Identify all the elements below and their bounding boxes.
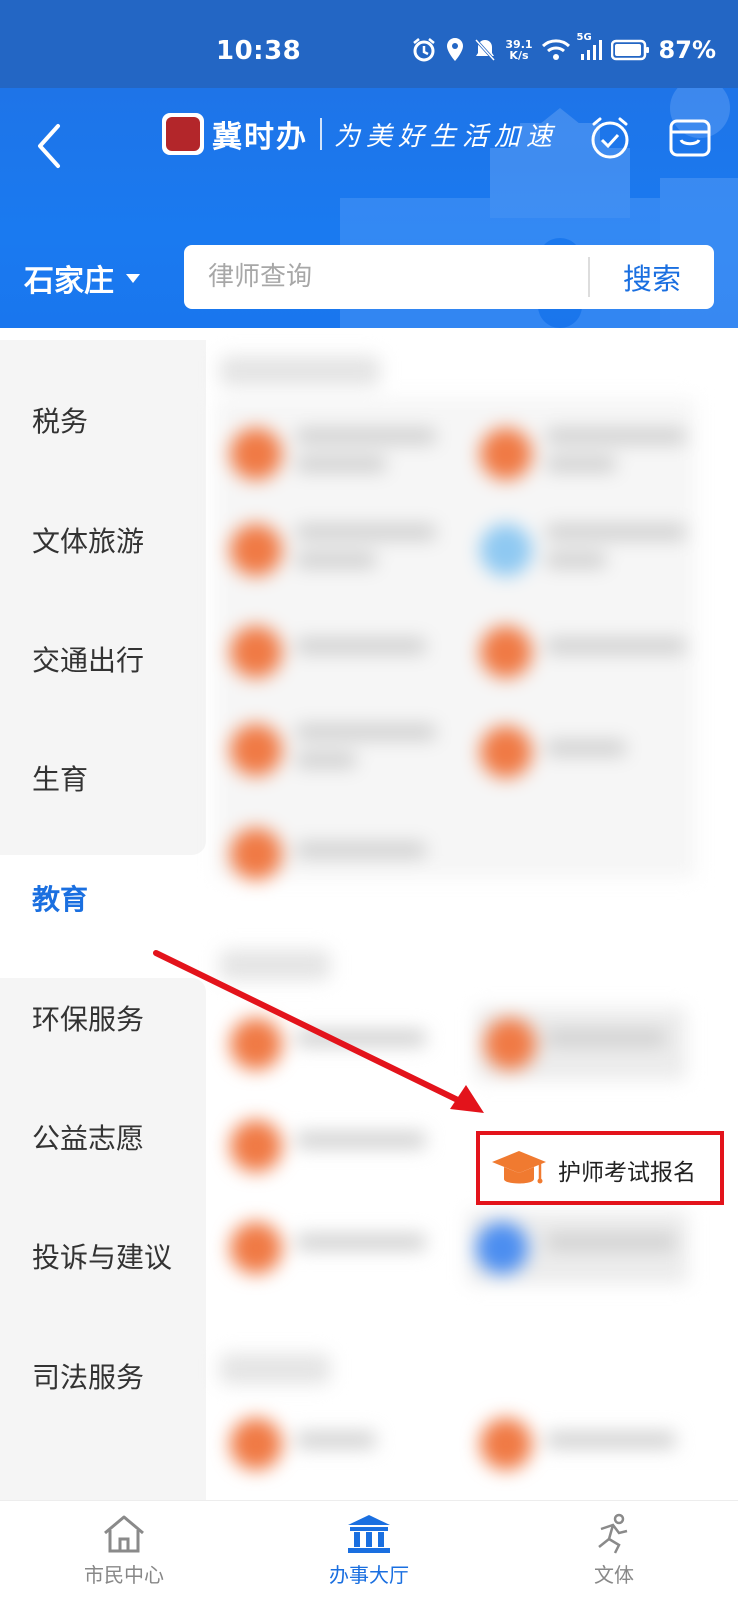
search-button[interactable]: 搜索 (590, 256, 714, 298)
service-grid (206, 328, 738, 1500)
clock-check-button[interactable] (588, 114, 632, 162)
home-icon (104, 1515, 144, 1553)
blurred-services (206, 328, 738, 1500)
graduation-cap-icon (492, 1151, 546, 1184)
running-figure-icon (598, 1513, 628, 1554)
sidebar-item-childbirth[interactable]: 生育 (32, 758, 88, 798)
app-logo: 冀时办 为美好生活加速 (162, 112, 558, 156)
sidebar-item-complaints[interactable]: 投诉与建议 (32, 1236, 172, 1276)
wifi-icon (541, 36, 571, 64)
sidebar-item-transport[interactable]: 交通出行 (32, 639, 144, 679)
net-speed-unit: K/s (509, 49, 529, 62)
logo-divider (320, 118, 322, 150)
tab-label: 办事大厅 (329, 1563, 409, 1587)
net-speed: 39.1 K/s (505, 36, 532, 64)
government-building-icon (348, 1515, 390, 1553)
back-button[interactable] (30, 118, 70, 174)
sidebar-item-environment[interactable]: 环保服务 (32, 998, 144, 1038)
location-icon (445, 36, 465, 64)
battery-icon (610, 36, 651, 64)
status-time: 10:38 (216, 36, 302, 66)
search-bar: 搜索 (184, 245, 714, 309)
tab-label: 市民中心 (84, 1563, 164, 1587)
city-selector[interactable]: 石家庄 (24, 256, 140, 300)
tab-service-hall[interactable]: 办事大厅 (289, 1501, 449, 1600)
tab-citizen-center[interactable]: 市民中心 (44, 1501, 204, 1600)
search-input[interactable] (184, 245, 588, 309)
category-sidebar: 税务 文体旅游 交通出行 生育 教育 环保服务 公益志愿 投诉与建议 司法服务 (0, 340, 206, 1500)
sidebar-bg-top (0, 340, 206, 855)
app-header: 冀时办 为美好生活加速 石家庄 搜索 (0, 88, 738, 328)
battery-percent: 87% (658, 36, 716, 64)
tab-sports-culture[interactable]: 文体 (534, 1501, 694, 1600)
tab-label: 文体 (594, 1563, 634, 1587)
signal-label: 5G (576, 32, 592, 43)
caret-down-icon (126, 273, 140, 283)
wallet-button[interactable] (668, 116, 712, 160)
back-arrow-icon (38, 124, 60, 168)
app-slogan: 为美好生活加速 (334, 121, 559, 152)
city-name: 石家庄 (24, 264, 114, 299)
annotation-arrow (153, 950, 484, 1113)
service-item-label: 护师考试报名 (558, 1160, 696, 1186)
app-name: 冀时办 (212, 120, 308, 155)
clock-check-icon (591, 117, 629, 159)
alarm-icon (411, 36, 437, 64)
sidebar-item-culture-tourism[interactable]: 文体旅游 (32, 520, 144, 560)
status-bar: 10:38 39.1 K/s 5G 87% (0, 0, 738, 88)
sidebar-item-volunteer[interactable]: 公益志愿 (32, 1117, 144, 1157)
sidebar-item-tax[interactable]: 税务 (32, 400, 88, 440)
service-item-nurse-exam-registration[interactable]: 护师考试报名 (476, 1131, 724, 1205)
status-icons: 39.1 K/s 5G 87% (411, 32, 716, 64)
sidebar-item-education[interactable]: 教育 (32, 878, 88, 918)
bottom-tab-bar: 市民中心 办事大厅 文体 (0, 1500, 738, 1600)
cellular-signal-icon: 5G (577, 32, 603, 64)
wallet-icon (669, 119, 711, 157)
mute-bell-icon (473, 36, 497, 64)
logo-emblem (162, 113, 204, 155)
sidebar-item-judicial[interactable]: 司法服务 (32, 1356, 144, 1396)
